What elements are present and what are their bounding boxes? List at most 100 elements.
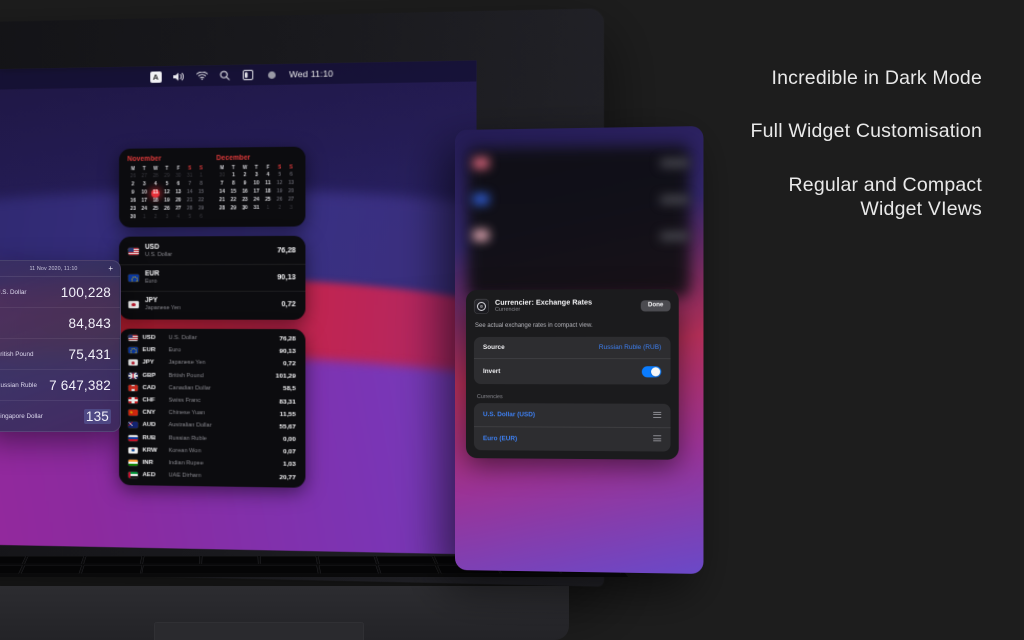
- calendar-day[interactable]: 16: [239, 189, 250, 196]
- calendar-day[interactable]: 1: [228, 172, 239, 179]
- calendar-day-adjacent[interactable]: 3: [161, 214, 172, 221]
- calendar-day[interactable]: 24: [139, 206, 150, 213]
- calendar-day-adjacent[interactable]: 6: [195, 214, 206, 221]
- currency-row[interactable]: USD U.S. Dollar 76,28: [119, 238, 305, 264]
- converter-row[interactable]: Russian Ruble 7 647,382: [0, 370, 120, 401]
- source-row[interactable]: Source Russian Ruble (RUB): [474, 337, 671, 358]
- calendar-day[interactable]: 16: [127, 198, 138, 205]
- siri-icon[interactable]: [266, 69, 278, 81]
- calendar-day[interactable]: 21: [184, 197, 195, 204]
- calendar-day-adjacent[interactable]: 1: [139, 214, 150, 221]
- converter-amount[interactable]: 84,843: [69, 316, 112, 331]
- converter-row[interactable]: Singapore Dollar 135: [0, 401, 120, 432]
- invert-toggle[interactable]: [642, 366, 661, 377]
- calendar-day[interactable]: 4: [150, 181, 161, 188]
- calendar-widget[interactable]: November M T W T F S S 26 27 28 29 30 31 1 2 3 4 5 6 7 8 9 10 11…: [119, 147, 305, 228]
- calendar-day[interactable]: 5: [274, 172, 286, 179]
- calendar-day[interactable]: 8: [195, 181, 206, 188]
- calendar-day[interactable]: 13: [285, 180, 297, 187]
- calendar-day[interactable]: 22: [228, 197, 239, 204]
- currency-row[interactable]: EUR Euro 90,13: [119, 344, 305, 357]
- calendar-day[interactable]: 27: [285, 196, 297, 203]
- calendar-day-adjacent[interactable]: 3: [285, 205, 297, 212]
- calendar-day[interactable]: 3: [251, 172, 263, 179]
- calendar-day[interactable]: 29: [228, 205, 239, 212]
- calendar-day-adjacent[interactable]: 31: [184, 173, 195, 180]
- calendar-day[interactable]: 12: [161, 189, 172, 196]
- calendar-day[interactable]: 6: [285, 172, 297, 179]
- calendar-day[interactable]: 17: [251, 188, 263, 195]
- currency-row[interactable]: JPY Japanese Yen 0,72: [119, 291, 305, 318]
- calendar-day-adjacent[interactable]: 1: [262, 205, 274, 212]
- calendar-day[interactable]: 13: [173, 189, 184, 196]
- done-button[interactable]: Done: [641, 300, 671, 311]
- calendar-day[interactable]: 2: [127, 181, 138, 188]
- calendar-day[interactable]: 3: [139, 181, 150, 188]
- calendar-day[interactable]: 19: [274, 188, 286, 195]
- converter-amount[interactable]: 7 647,382: [49, 378, 111, 393]
- invert-row[interactable]: Invert: [474, 358, 671, 385]
- calendar-day[interactable]: 8: [228, 180, 239, 187]
- calendar-day-today[interactable]: 11: [150, 189, 161, 196]
- calendar-day[interactable]: 10: [139, 189, 150, 196]
- calendar-day[interactable]: 6: [173, 181, 184, 188]
- drag-handle-icon[interactable]: [653, 411, 661, 419]
- currency-medium-widget[interactable]: USD U.S. Dollar 76,28 EUR Euro 90,13 JPY Japane…: [119, 236, 305, 320]
- calendar-day[interactable]: 18: [150, 198, 161, 205]
- calendar-day[interactable]: 29: [195, 205, 206, 212]
- input-source-icon[interactable]: A: [150, 71, 161, 82]
- volume-icon[interactable]: [173, 70, 185, 81]
- calendar-day[interactable]: 5: [161, 181, 172, 188]
- converter-amount[interactable]: 135: [84, 409, 111, 424]
- calendar-day-adjacent[interactable]: 28: [150, 173, 161, 180]
- converter-row[interactable]: U.S. Dollar 100,228: [0, 277, 120, 308]
- calendar-day[interactable]: 22: [195, 197, 206, 204]
- calendar-day[interactable]: 23: [239, 197, 250, 204]
- calendar-day[interactable]: 11: [262, 180, 274, 187]
- currency-list-item[interactable]: Euro (EUR): [474, 426, 671, 451]
- currency-row[interactable]: AED UAE Dirham 20,77: [119, 469, 305, 484]
- calendar-day[interactable]: 21: [216, 197, 227, 204]
- calendar-day[interactable]: 20: [285, 188, 297, 195]
- currency-row[interactable]: JPY Japanese Yen 0,72: [119, 357, 305, 371]
- calendar-day[interactable]: 30: [239, 205, 250, 212]
- calendar-day[interactable]: 23: [127, 206, 138, 213]
- calendar-day[interactable]: 14: [184, 189, 195, 196]
- calendar-day-adjacent[interactable]: 5: [184, 214, 195, 221]
- calendar-day[interactable]: 15: [228, 189, 239, 196]
- converter-amount[interactable]: 100,228: [61, 285, 111, 300]
- calendar-day[interactable]: 25: [150, 206, 161, 213]
- calendar-day-adjacent[interactable]: 30: [173, 173, 184, 180]
- calendar-day[interactable]: 17: [139, 198, 150, 205]
- calendar-day[interactable]: 20: [173, 197, 184, 204]
- currency-large-widget[interactable]: USD U.S. Dollar 76,28 EUR Euro 90,13 JPY Japane…: [119, 329, 305, 488]
- calendar-day[interactable]: 10: [251, 180, 263, 187]
- calendar-day[interactable]: 26: [274, 197, 286, 204]
- menubar-clock[interactable]: Wed 11:10: [289, 68, 333, 79]
- calendar-day[interactable]: 9: [239, 180, 250, 187]
- converter-row[interactable]: 84,843: [0, 308, 120, 339]
- add-currency-icon[interactable]: +: [108, 265, 113, 273]
- drag-handle-icon[interactable]: [653, 435, 661, 443]
- currency-converter-window[interactable]: 11 Nov 2020, 11:10 + U.S. Dollar 100,228 8…: [0, 260, 121, 432]
- calendar-day[interactable]: 9: [127, 190, 138, 197]
- calendar-day[interactable]: 30: [127, 214, 138, 221]
- calendar-day[interactable]: 19: [161, 197, 172, 204]
- converter-amount[interactable]: 75,431: [69, 347, 112, 362]
- calendar-day[interactable]: 2: [239, 172, 250, 179]
- calendar-day[interactable]: 14: [216, 189, 227, 196]
- calendar-day-adjacent[interactable]: 2: [150, 214, 161, 221]
- calendar-day-adjacent[interactable]: 4: [173, 214, 184, 221]
- currency-row[interactable]: USD U.S. Dollar 76,28: [119, 332, 305, 345]
- search-icon[interactable]: [219, 70, 231, 82]
- converter-row[interactable]: British Pound 75,431: [0, 339, 120, 370]
- calendar-day[interactable]: 24: [251, 197, 263, 204]
- source-value[interactable]: Russian Ruble (RUB): [599, 344, 661, 351]
- wifi-icon[interactable]: [196, 70, 208, 82]
- calendar-day[interactable]: 7: [184, 181, 195, 188]
- calendar-day-adjacent[interactable]: 1: [195, 172, 206, 179]
- currency-row[interactable]: EUR Euro 90,13: [119, 264, 305, 291]
- calendar-day[interactable]: 28: [184, 205, 195, 212]
- calendar-day[interactable]: 26: [161, 206, 172, 213]
- calendar-day[interactable]: 4: [262, 172, 274, 179]
